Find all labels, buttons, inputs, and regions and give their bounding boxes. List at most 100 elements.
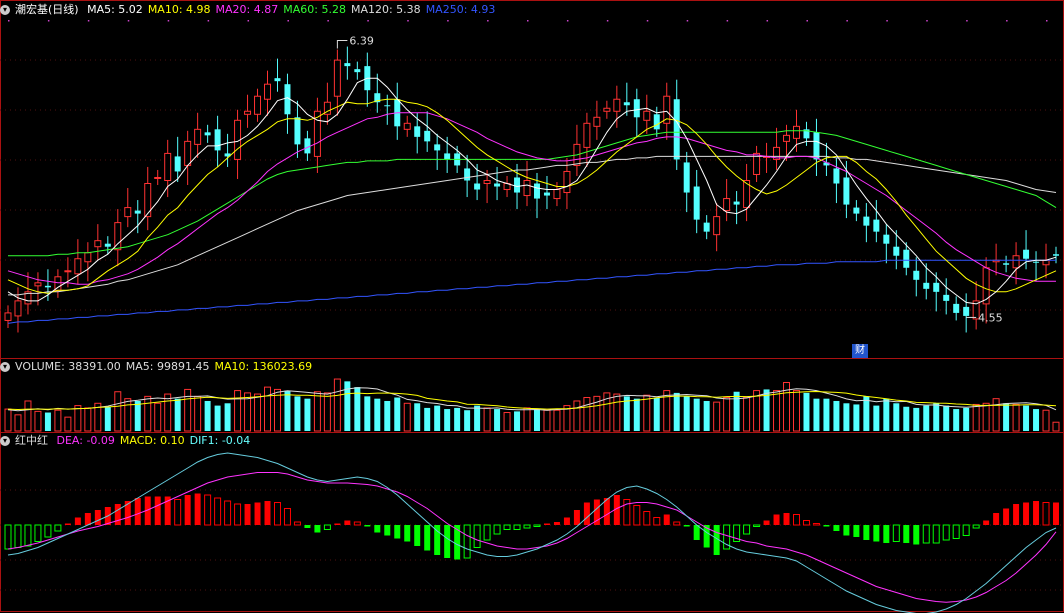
macd-bar-positive	[244, 504, 251, 525]
macd-legend-item: DEA: -0.09	[56, 434, 115, 447]
candle-body-down	[414, 126, 421, 137]
macd-pane	[4, 452, 1059, 613]
macd-bar-negative	[34, 524, 42, 542]
volume-header: ▾ VOLUME: 38391.00 MA5: 99891.45 MA10: 1360…	[0, 359, 322, 375]
volume-bar-down	[494, 409, 501, 431]
candle-body-down	[384, 105, 391, 107]
volume-bar-up	[713, 401, 721, 432]
candle-body-up	[34, 282, 42, 287]
candle-body-up	[254, 95, 262, 115]
volume-bar-down	[464, 410, 471, 431]
macd-bar-positive	[802, 520, 810, 526]
low-price-label: 4.55	[978, 311, 1003, 324]
marker-dot	[1046, 20, 1048, 22]
macd-bar-negative	[513, 524, 521, 530]
macd-bar-negative	[892, 524, 900, 542]
macd-bar-negative	[683, 525, 690, 527]
candle-body-up	[523, 179, 531, 197]
candle-body-down	[963, 306, 970, 316]
collapse-icon[interactable]: ▾	[0, 362, 10, 372]
annotations: 6.39 4.55	[336, 35, 1003, 324]
candlestick	[913, 257, 920, 297]
candle-body-up	[333, 59, 341, 97]
candle-body-down	[653, 114, 660, 130]
macd-bar-negative	[913, 525, 920, 545]
candlestick	[204, 124, 211, 143]
candlestick	[114, 209, 122, 267]
candlestick	[323, 82, 331, 125]
macd-bar-negative	[54, 524, 62, 532]
candlestick	[74, 239, 82, 285]
macd-bar-positive	[224, 500, 232, 526]
finance-badge[interactable]: 财	[852, 344, 868, 358]
macd-bar-positive	[154, 496, 161, 525]
candlestick	[313, 97, 321, 173]
candle-body-up	[723, 198, 731, 212]
candle-body-up	[184, 140, 192, 166]
candlestick	[783, 124, 791, 161]
volume-bar-up	[723, 397, 731, 432]
volume-bar-up	[773, 390, 781, 432]
candle-body-up	[124, 207, 132, 218]
volume-bar-down	[284, 390, 291, 431]
macd-bar-positive	[204, 494, 212, 526]
macd-bar-negative	[444, 525, 451, 558]
volume-bar-up	[583, 397, 591, 432]
candle-body-up	[563, 170, 571, 194]
candlestick	[494, 166, 501, 201]
candlestick	[733, 191, 740, 225]
candle-body-down	[813, 132, 820, 160]
volume-bar-down	[414, 403, 421, 431]
volume-bar-down	[364, 396, 371, 431]
volume-bar-down	[863, 396, 870, 431]
volume-bar-down	[533, 409, 540, 431]
candle-body-down	[933, 282, 940, 292]
volume-bar-down	[1033, 409, 1040, 431]
volume-bar-down	[633, 398, 640, 431]
volume-bar-down	[953, 409, 960, 431]
candlestick	[434, 133, 441, 170]
volume-bar-up	[323, 392, 331, 432]
volume-legend-item: MA10: 136023.69	[214, 360, 313, 373]
candle-body-down	[274, 78, 281, 82]
volume-bar-down	[923, 405, 930, 431]
marker-dot	[47, 20, 50, 22]
collapse-icon[interactable]: ▾	[0, 436, 10, 446]
volume-bar-down	[703, 400, 710, 431]
main-legend-item: MA20: 4.87	[215, 3, 279, 16]
macd-bar-positive	[74, 517, 81, 525]
marker-dot	[566, 20, 569, 22]
candle-body-up	[94, 240, 102, 248]
candle-body-up	[84, 252, 92, 263]
candle-body-down	[953, 303, 960, 313]
macd-bar-negative	[314, 525, 321, 533]
marker-dot	[1006, 20, 1008, 22]
volume-bar-up	[483, 407, 491, 432]
macd-legend-item: MACD: 0.10	[119, 434, 185, 447]
volume-bar-down	[733, 391, 740, 431]
candlestick	[234, 109, 242, 179]
candle-body-down	[903, 249, 910, 268]
volume-bar-up	[114, 391, 122, 432]
macd-bar-negative	[424, 525, 431, 551]
candle-body-down	[733, 201, 740, 205]
candle-body-down	[474, 183, 481, 190]
chart-canvas[interactable]: 6.39 4.55	[0, 0, 1064, 613]
candle-body-down	[1023, 249, 1030, 259]
macd-bar-negative	[743, 524, 751, 535]
candle-body-up	[403, 122, 411, 130]
candle-body-up	[194, 128, 202, 145]
indicator-title: 红中红	[15, 434, 48, 447]
volume-bar-down	[823, 398, 830, 431]
candlestick	[633, 88, 640, 137]
volume-bar-up	[313, 391, 321, 432]
collapse-icon[interactable]: ▾	[0, 5, 10, 15]
macd-header: ▾ 红中红 DEA: -0.09 MACD: 0.10 DIF1: -0.04	[0, 433, 260, 449]
macd-bar-negative	[942, 524, 950, 541]
volume-bar-up	[643, 394, 651, 432]
candlestick	[713, 203, 721, 252]
volume-bar-down	[903, 406, 910, 431]
macd-bar-negative	[853, 525, 860, 537]
marker-dot	[327, 20, 329, 22]
candle-body-down	[424, 130, 431, 142]
